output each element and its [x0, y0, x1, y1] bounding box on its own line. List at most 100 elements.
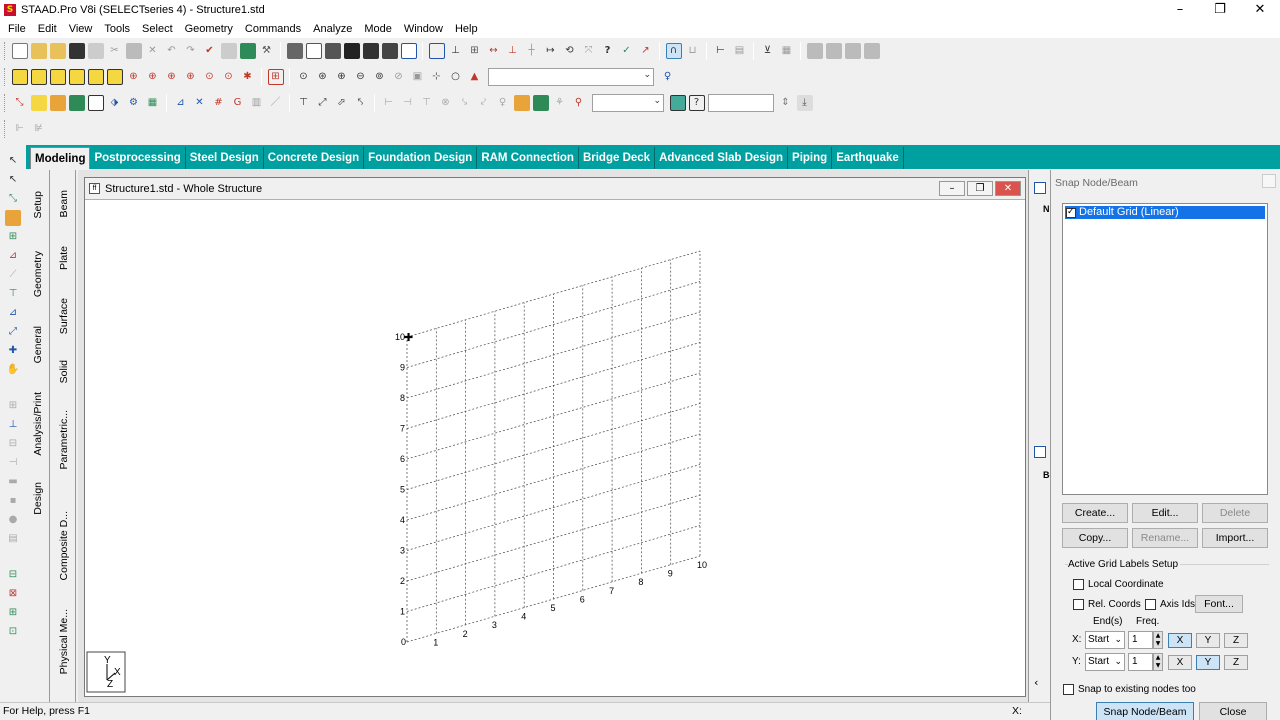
- select-plates-icon[interactable]: [5, 210, 21, 226]
- vtab-design[interactable]: Design: [26, 468, 50, 528]
- grid-list[interactable]: Default Grid (Linear): [1062, 203, 1268, 495]
- print-selected-icon[interactable]: ⊯: [31, 121, 47, 137]
- x-end-select[interactable]: Start ⌄: [1085, 631, 1125, 649]
- beam-label-toggle-icon[interactable]: ⊣: [400, 95, 416, 111]
- magnify-icon[interactable]: ○: [448, 69, 464, 85]
- pan-icon[interactable]: ▣: [410, 69, 426, 85]
- paste-icon[interactable]: [125, 43, 142, 59]
- rotate-up-icon[interactable]: ⊕: [126, 69, 142, 85]
- create-grid-button[interactable]: Create...: [1062, 503, 1128, 523]
- rename-grid-button[interactable]: Rename...: [1132, 528, 1198, 548]
- vtab-surface[interactable]: Surface: [52, 288, 76, 344]
- data-table-icon[interactable]: [1034, 182, 1046, 194]
- measure-icon[interactable]: ↦: [543, 43, 559, 59]
- menu-window[interactable]: Window: [398, 20, 449, 38]
- vtab-beam[interactable]: Beam: [52, 178, 76, 230]
- structure-diagram-icon[interactable]: [669, 95, 686, 111]
- rotate-left-icon[interactable]: ⊕: [164, 69, 180, 85]
- section-icon[interactable]: ♀: [495, 95, 511, 111]
- mirror-geometry-icon[interactable]: ⬀: [334, 95, 350, 111]
- local-coordinate-checkbox[interactable]: [1073, 579, 1084, 590]
- beam-specs-icon[interactable]: ⊥: [5, 417, 21, 433]
- redo-icon[interactable]: ↷: [183, 43, 199, 59]
- tab-modeling[interactable]: Modeling: [30, 147, 91, 169]
- release-icon[interactable]: ⤥: [457, 95, 473, 111]
- add-beam-icon[interactable]: ⊿: [173, 95, 189, 111]
- tab-postprocessing[interactable]: Postprocessing: [90, 147, 186, 169]
- delete-icon[interactable]: ✕: [145, 43, 161, 59]
- menu-view[interactable]: View: [63, 20, 99, 38]
- toolbar-grip[interactable]: [4, 94, 7, 112]
- close-panel-button[interactable]: Close: [1199, 702, 1267, 720]
- x-freq-input[interactable]: 1: [1128, 631, 1153, 649]
- window-tile-icon[interactable]: [806, 43, 823, 59]
- dynamic-rotate-icon[interactable]: ✱: [240, 69, 256, 85]
- zoom-in-icon[interactable]: ⊕: [334, 69, 350, 85]
- load-display-icon[interactable]: [513, 95, 530, 111]
- check-icon[interactable]: ✔: [202, 43, 218, 59]
- view-close-button[interactable]: ✕: [995, 181, 1021, 196]
- geometry-cursor-icon[interactable]: ⬗: [107, 95, 123, 111]
- tab-steel-design[interactable]: Steel Design: [186, 147, 264, 169]
- toolbar-grip[interactable]: [4, 42, 7, 60]
- menu-commands[interactable]: Commands: [239, 20, 307, 38]
- report-icon[interactable]: [400, 43, 417, 59]
- supports-icon[interactable]: ⊠: [5, 586, 21, 602]
- select-beams-icon[interactable]: ⤡: [5, 191, 21, 207]
- tab-bridge-deck[interactable]: Bridge Deck: [579, 147, 656, 169]
- load-icon[interactable]: ▦: [779, 43, 795, 59]
- clipboard-icon[interactable]: [220, 43, 237, 59]
- snap-node-beam-button[interactable]: Snap Node/Beam: [1096, 702, 1194, 720]
- y-row-x-toggle[interactable]: X: [1168, 655, 1192, 670]
- open-recent-icon[interactable]: [49, 43, 66, 59]
- chevron-left-icon[interactable]: ‹: [1034, 676, 1038, 689]
- group-property-icon[interactable]: ▤: [5, 531, 21, 547]
- plate-property-icon[interactable]: ▬: [5, 474, 21, 490]
- view-restore-button[interactable]: ❐: [967, 181, 993, 196]
- help-question-icon[interactable]: ?: [600, 43, 616, 59]
- display-icon[interactable]: ⊹: [429, 69, 445, 85]
- structure-canvas[interactable]: 0 1234567891012345678910✚ Y X Z: [85, 200, 1025, 696]
- grid-enabled-checkbox[interactable]: [1066, 206, 1076, 219]
- copy-grid-button[interactable]: Copy...: [1062, 528, 1128, 548]
- delete-grid-button[interactable]: Delete: [1202, 503, 1268, 523]
- tab-earthquake[interactable]: Earthquake: [832, 147, 904, 169]
- split-icon[interactable]: ▥: [249, 95, 265, 111]
- beam-label-icon[interactable]: ⊞: [467, 43, 483, 59]
- results-display-icon[interactable]: [532, 95, 549, 111]
- menu-file[interactable]: File: [2, 20, 32, 38]
- zone-cursor-icon[interactable]: ▦: [145, 95, 161, 111]
- view-from-minus-z-icon[interactable]: [30, 69, 47, 85]
- node-label-icon[interactable]: ⊢: [381, 95, 397, 111]
- beam-offset-icon[interactable]: ⊟: [5, 436, 21, 452]
- menu-mode[interactable]: Mode: [358, 20, 398, 38]
- select-nodes-icon[interactable]: ↖: [5, 153, 21, 169]
- fill-icon[interactable]: ▲: [467, 69, 483, 85]
- vtab-solid[interactable]: Solid: [52, 350, 76, 394]
- rotate-down-icon[interactable]: ⊕: [145, 69, 161, 85]
- cut-icon[interactable]: ✂: [107, 43, 123, 59]
- member-icon[interactable]: ⊥: [505, 43, 521, 59]
- select-surfaces-icon[interactable]: ⊿: [5, 248, 21, 264]
- print-preview-icon[interactable]: [305, 43, 322, 59]
- surface-property-icon[interactable]: ▪: [5, 493, 21, 509]
- window-cascade-icon[interactable]: [825, 43, 842, 59]
- view-select-dropdown[interactable]: ⌄: [488, 68, 654, 86]
- rotate-geometry-icon[interactable]: ⤣: [353, 95, 369, 111]
- view-from-plus-z-icon[interactable]: [11, 69, 28, 85]
- menu-select[interactable]: Select: [136, 20, 179, 38]
- curve-icon[interactable]: G: [230, 95, 246, 111]
- y-end-select[interactable]: Start ⌄: [1085, 653, 1125, 671]
- zoom-dynamic-icon[interactable]: ⊛: [315, 69, 331, 85]
- x-row-x-toggle[interactable]: X: [1168, 633, 1192, 648]
- select-physical-icon[interactable]: ⟋: [5, 267, 21, 283]
- new-file-icon[interactable]: [11, 43, 28, 59]
- mirror-icon[interactable]: ⤧: [581, 43, 597, 59]
- tab-piping[interactable]: Piping: [788, 147, 833, 169]
- grid-list-item[interactable]: Default Grid (Linear): [1065, 206, 1265, 219]
- materials-icon[interactable]: ⊞: [5, 605, 21, 621]
- beam-releases-icon[interactable]: ⊞: [5, 398, 21, 414]
- axis-icon[interactable]: ⊤: [419, 95, 435, 111]
- window-new-icon[interactable]: [863, 43, 880, 59]
- y-row-z-toggle[interactable]: Z: [1224, 655, 1248, 670]
